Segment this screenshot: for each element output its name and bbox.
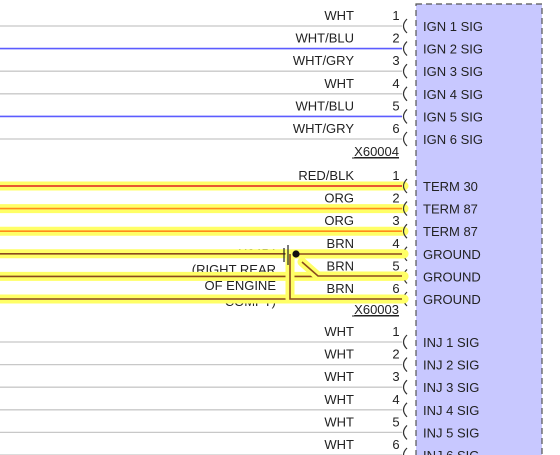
connector_bottom-row-4-wire-label: WHT [324,392,354,407]
connector_top-row-3-wire-label: WHT/GRY [293,53,354,68]
connector_middle-row-3-signal: TERM 87 [423,224,478,239]
connector_bottom-row-1-cavity [402,334,408,350]
connector_middle-row-1-pin: 1 [392,168,399,183]
connector_bottom-row-3-cavity [402,379,408,395]
connector_middle-row-4-signal: GROUND [423,247,481,262]
connector_bottom-row-4-pin: 4 [392,392,399,407]
connector_top-row-3-cavity [402,63,408,79]
connector_bottom-row-3-signal: INJ 3 SIG [423,380,479,395]
connector_top-row-1-signal: IGN 1 SIG [423,19,483,34]
connector_middle-row-3-pin: 3 [392,213,399,228]
connector_middle-row-4-pin: 4 [392,236,399,251]
connector_bottom-row-6-cavity [402,447,408,455]
connector_top-row-4-cavity [402,86,408,102]
connector_top-row-6-pin: 6 [392,121,399,136]
wiring-diagram: X6454 (RIGHT REAR OF ENGINE COMPT) X6000… [0,3,543,455]
connector_bottom-row-5-pin: 5 [392,414,399,429]
connector_top-row-6-cavity [402,131,408,147]
connector_middle-row-1-wire-label: RED/BLK [298,168,354,183]
connector_bottom-row-5-cavity [402,424,408,440]
connector_bottom-row-6-wire-label: WHT [324,437,354,452]
connector_top-row-1-wire-label: WHT [324,8,354,23]
connector_top-row-1-pin: 1 [392,8,399,23]
connector_top-row-5-wire-label: WHT/BLU [296,98,355,113]
connector_bottom-row-2-cavity [402,357,408,373]
connector-id-top: X60004 [354,144,399,159]
connector_middle-row-3-wire-label: ORG [324,213,354,228]
connector_bottom-row-2-pin: 2 [392,347,399,362]
connector_bottom-row-4-signal: INJ 4 SIG [423,403,479,418]
connector_middle-row-6-signal: GROUND [423,292,481,307]
connector_top-row-4-signal: IGN 4 SIG [423,87,483,102]
connector-id-middle: X60003 [354,302,399,317]
connector_middle-row-5-pin: 5 [392,258,399,273]
connector_middle-row-4-wire-label: BRN [327,236,354,251]
connector_bottom-row-6-signal: INJ 6 SIG [423,448,479,455]
connector_top-row-1-cavity [402,18,408,34]
connector_top-row-3-signal: IGN 3 SIG [423,64,483,79]
connector_top-row-3-pin: 3 [392,53,399,68]
connector_bottom-row-1-signal: INJ 1 SIG [423,335,479,350]
connector_top-row-2-signal: IGN 2 SIG [423,42,483,57]
connector_middle-row-1-signal: TERM 30 [423,179,478,194]
connector_bottom-row-2-signal: INJ 2 SIG [423,358,479,373]
connector_bottom-row-3-wire-label: WHT [324,369,354,384]
connector_middle-row-5-signal: GROUND [423,269,481,284]
connector_bottom-row-2-wire-label: WHT [324,347,354,362]
connector_bottom-row-1-pin: 1 [392,324,399,339]
connector_bottom-row-4-cavity [402,402,408,418]
wire-rows: WHT 1 IGN 1 SIG WHT/BLU 2 IGN 2 SIG WHT/GRY 3 IG… [0,8,483,455]
connector_middle-row-5-wire-label: BRN [327,258,354,273]
connector_top-row-2-cavity [402,41,408,57]
connector_middle-row-2-pin: 2 [392,191,399,206]
connector_top-row-6-signal: IGN 6 SIG [423,132,483,147]
connector_bottom-row-5-signal: INJ 5 SIG [423,425,479,440]
connector_bottom-row-5-wire-label: WHT [324,414,354,429]
ground-splice-dot [292,250,300,258]
connector_top-row-6-wire-label: WHT/GRY [293,121,354,136]
connector_bottom-row-1-wire-label: WHT [324,324,354,339]
connector_top-row-5-pin: 5 [392,98,399,113]
connector_top-row-5-cavity [402,108,408,124]
connector_top-row-5-signal: IGN 5 SIG [423,109,483,124]
connector_top-row-4-pin: 4 [392,76,399,91]
connector_middle-row-2-signal: TERM 87 [423,202,478,217]
connector_middle-row-6-pin: 6 [392,281,399,296]
connector_middle-row-6-wire-label: BRN [327,281,354,296]
connector_top-row-4-wire-label: WHT [324,76,354,91]
connector_bottom-row-3-pin: 3 [392,369,399,384]
connector_middle-row-2-wire-label: ORG [324,191,354,206]
connector_top-row-2-pin: 2 [392,31,399,46]
connector_top-row-2-wire-label: WHT/BLU [296,31,355,46]
connector_bottom-row-6-pin: 6 [392,437,399,452]
